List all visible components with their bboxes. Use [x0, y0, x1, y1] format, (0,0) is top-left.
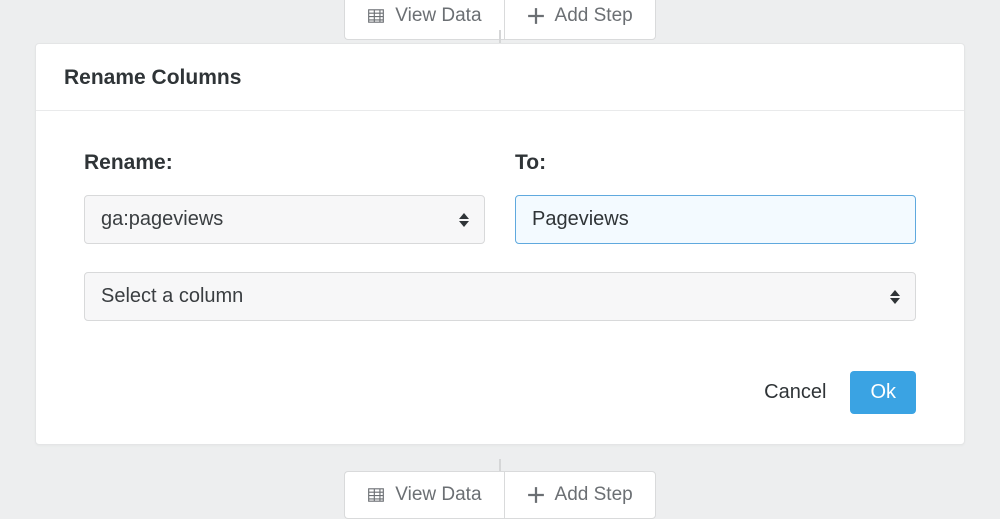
rename-select-wrap: ga:pageviews	[84, 195, 485, 244]
to-column: To:	[515, 151, 916, 244]
add-step-label: Add Step	[555, 5, 633, 27]
ok-button[interactable]: Ok	[850, 371, 916, 414]
table-icon	[367, 7, 385, 25]
view-data-button-top[interactable]: View Data	[344, 0, 503, 40]
panel-footer: Cancel Ok	[36, 371, 964, 444]
view-data-button-bottom[interactable]: View Data	[344, 471, 503, 519]
add-step-button-top[interactable]: Add Step	[504, 0, 656, 40]
panel-body: Rename: ga:pageviews To: Select a column	[36, 111, 964, 371]
rename-select[interactable]: ga:pageviews	[84, 195, 485, 244]
connector-line	[499, 30, 501, 44]
plus-icon	[527, 486, 545, 504]
panel-header: Rename Columns	[36, 44, 964, 111]
panel-title: Rename Columns	[64, 66, 936, 90]
table-icon	[367, 486, 385, 504]
add-step-button-bottom[interactable]: Add Step	[504, 471, 656, 519]
rename-row: Rename: ga:pageviews To:	[84, 151, 916, 244]
rename-column: Rename: ga:pageviews	[84, 151, 485, 244]
bottom-toolbar: View Data Add Step	[0, 471, 1000, 519]
rename-columns-panel: Rename Columns Rename: ga:pageviews To:	[35, 43, 965, 445]
to-label: To:	[515, 151, 916, 175]
view-data-label: View Data	[395, 5, 481, 27]
plus-icon	[527, 7, 545, 25]
view-data-label: View Data	[395, 484, 481, 506]
cancel-button[interactable]: Cancel	[764, 381, 826, 404]
add-column-select-wrap: Select a column	[84, 272, 916, 321]
to-input[interactable]	[515, 195, 916, 244]
add-column-select[interactable]: Select a column	[84, 272, 916, 321]
add-step-label: Add Step	[555, 484, 633, 506]
rename-label: Rename:	[84, 151, 485, 175]
add-column-row: Select a column	[84, 272, 916, 321]
